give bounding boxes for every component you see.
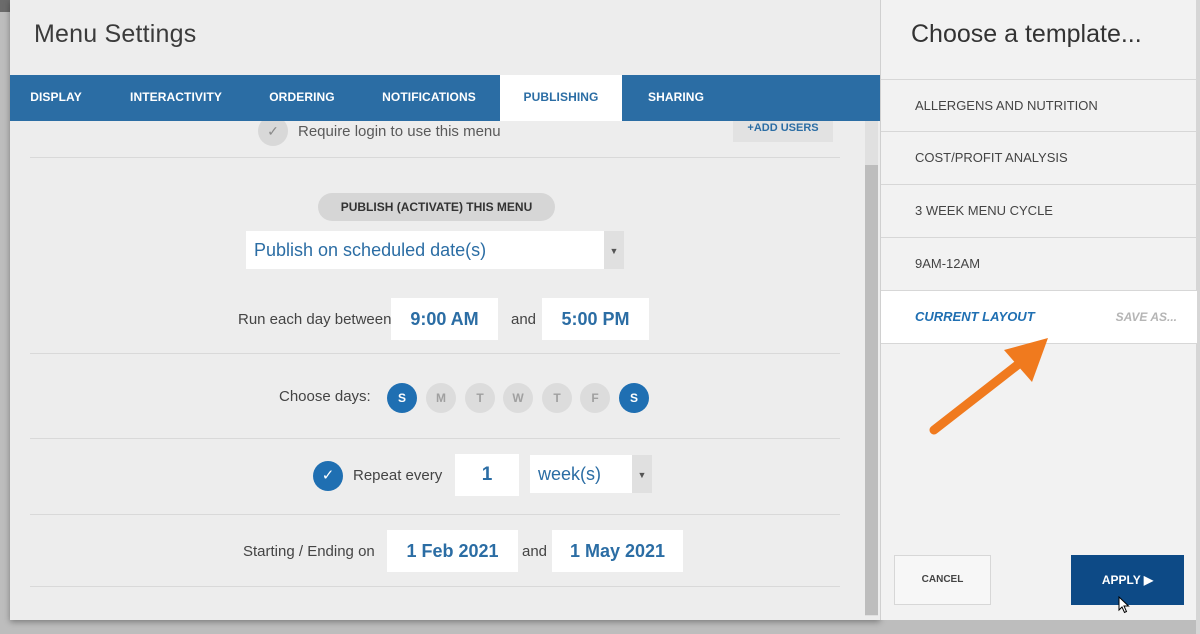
publishing-panel: ✓ Require login to use this menu +ADD US… bbox=[30, 121, 840, 601]
publish-mode-value: Publish on scheduled date(s) bbox=[254, 240, 487, 260]
settings-tabbar: DISPLAY INTERACTIVITY ORDERING NOTIFICAT… bbox=[10, 75, 880, 121]
tab-sharing[interactable]: SHARING bbox=[635, 75, 717, 121]
publish-activate-button[interactable]: PUBLISH (ACTIVATE) THIS MENU bbox=[318, 193, 555, 221]
modal-title: Menu Settings bbox=[34, 20, 197, 48]
and-label: and bbox=[522, 543, 548, 560]
divider bbox=[30, 514, 840, 515]
divider bbox=[30, 438, 840, 439]
chevron-down-icon: ▼ bbox=[604, 231, 624, 269]
tab-interactivity[interactable]: INTERACTIVITY bbox=[114, 75, 238, 121]
day-toggle-tuesday[interactable]: T bbox=[465, 383, 495, 413]
annotation-arrow-icon bbox=[929, 338, 1048, 435]
day-toggle-saturday[interactable]: S bbox=[619, 383, 649, 413]
menu-settings-modal: Menu Settings DISPLAY INTERACTIVITY ORDE… bbox=[10, 0, 880, 620]
end-date-field[interactable]: 1 May 2021 bbox=[552, 530, 683, 572]
repeat-every-label: Repeat every bbox=[353, 467, 443, 484]
scrollbar-thumb[interactable] bbox=[865, 165, 878, 615]
cancel-button[interactable]: CANCEL bbox=[894, 555, 991, 605]
repeat-unit-select[interactable]: week(s) ▼ bbox=[530, 455, 652, 493]
divider bbox=[30, 157, 840, 158]
run-each-day-label: Run each day between bbox=[238, 311, 392, 328]
choose-days-label: Choose days: bbox=[279, 388, 371, 405]
day-toggle-sunday[interactable]: S bbox=[387, 383, 417, 413]
day-toggle-monday[interactable]: M bbox=[426, 383, 456, 413]
save-as-link[interactable]: SAVE AS... bbox=[1116, 291, 1177, 343]
require-login-label: Require login to use this menu bbox=[298, 122, 501, 140]
repeat-count-field[interactable]: 1 bbox=[455, 454, 519, 496]
day-toggle-thursday[interactable]: T bbox=[542, 383, 572, 413]
tab-publishing[interactable]: PUBLISHING bbox=[500, 75, 622, 121]
tab-notifications[interactable]: NOTIFICATIONS bbox=[368, 75, 490, 121]
template-panel-title: Choose a template... bbox=[911, 20, 1142, 48]
divider bbox=[30, 353, 840, 354]
start-date-field[interactable]: 1 Feb 2021 bbox=[387, 530, 518, 572]
starting-ending-label: Starting / Ending on bbox=[243, 543, 375, 560]
add-users-button[interactable]: +ADD USERS bbox=[733, 121, 833, 142]
start-time-field[interactable]: 9:00 AM bbox=[391, 298, 498, 340]
template-item[interactable]: ALLERGENS AND NUTRITION bbox=[881, 79, 1197, 131]
tab-ordering[interactable]: ORDERING bbox=[255, 75, 349, 121]
template-item[interactable]: COST/PROFIT ANALYSIS bbox=[881, 131, 1197, 183]
and-label: and bbox=[511, 311, 537, 328]
day-toggle-friday[interactable]: F bbox=[580, 383, 610, 413]
template-panel: Choose a template... ALLERGENS AND NUTRI… bbox=[880, 0, 1197, 620]
repeat-checkbox[interactable]: ✓ bbox=[313, 461, 343, 491]
mouse-cursor-icon bbox=[1118, 596, 1130, 614]
background-edge bbox=[0, 0, 10, 12]
require-login-checkbox[interactable]: ✓ bbox=[258, 121, 288, 146]
repeat-unit-value: week(s) bbox=[538, 464, 602, 484]
publish-mode-select[interactable]: Publish on scheduled date(s) ▼ bbox=[246, 231, 624, 269]
divider bbox=[30, 586, 840, 587]
tab-display[interactable]: DISPLAY bbox=[10, 75, 102, 121]
day-toggle-wednesday[interactable]: W bbox=[503, 383, 533, 413]
template-item[interactable]: 9AM-12AM bbox=[881, 237, 1197, 289]
template-item[interactable]: 3 WEEK MENU CYCLE bbox=[881, 184, 1197, 236]
require-login-row: ✓ Require login to use this menu bbox=[258, 121, 501, 146]
end-time-field[interactable]: 5:00 PM bbox=[542, 298, 649, 340]
chevron-down-icon: ▼ bbox=[632, 455, 652, 493]
